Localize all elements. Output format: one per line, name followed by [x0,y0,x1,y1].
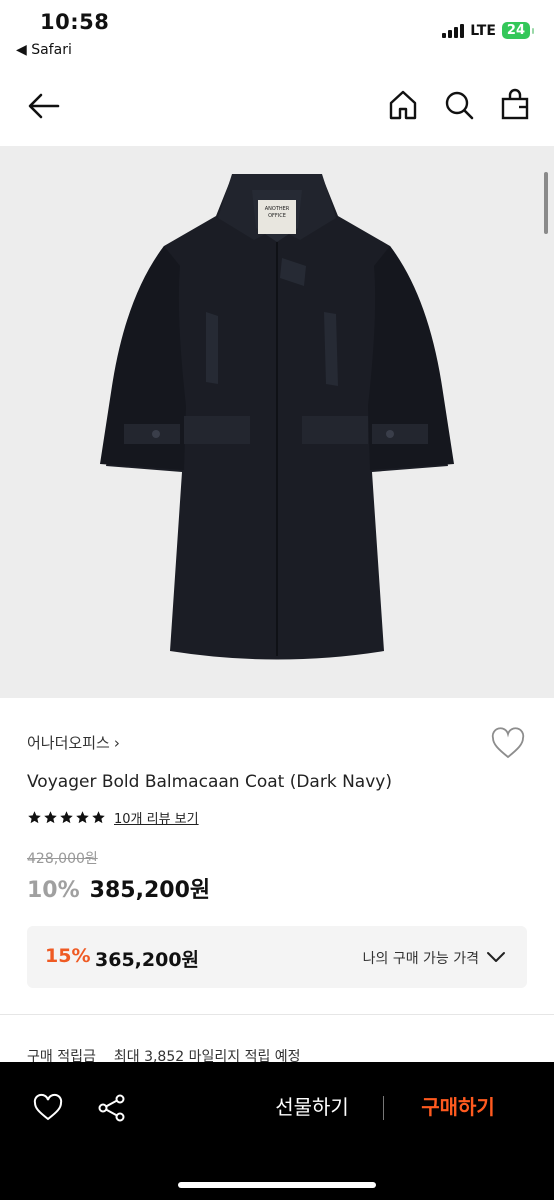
original-price: 428,000원 [27,851,98,867]
product-name: Voyager Bold Balmacaan Coat (Dark Navy) [27,772,392,792]
scroll-indicator[interactable] [544,172,548,234]
product-image[interactable]: ANOTHER OFFICE [0,146,554,698]
home-icon[interactable] [386,88,420,122]
gift-button[interactable]: 선물하기 [258,1092,366,1124]
star-icon [92,811,105,824]
star-rating [27,810,106,825]
member-price-box[interactable]: 15% 365,200원 나의 구매 가능 가격 [27,926,527,988]
arrow-left-icon[interactable] [26,88,62,124]
divider [0,1014,554,1015]
review-link[interactable]: 10개 리뷰 보기 [114,808,199,827]
buy-button[interactable]: 구매하기 [402,1092,514,1124]
shopping-bag-icon[interactable] [498,88,532,122]
status-indicators: LTE 24 [442,22,535,39]
star-icon [60,811,73,824]
share-icon[interactable] [96,1092,128,1124]
status-time: 10:58 [40,10,110,34]
separator [383,1096,384,1120]
coat-label-line2: OFFICE [268,213,286,219]
chevron-down-icon[interactable] [485,946,507,968]
member-price-label: 나의 구매 가능 가격 [362,951,479,967]
rating-row: 10개 리뷰 보기 [27,808,199,827]
star-icon [44,811,57,824]
coat-label-line1: ANOTHER [265,206,290,212]
member-discount: 15% [45,945,91,967]
star-icon [28,811,41,824]
signal-icon [442,23,465,38]
chevron-right-icon: › [113,733,120,752]
sale-price: 385,200원 [89,878,211,903]
discount-rate: 10% [27,878,80,903]
member-price: 365,200원 [95,949,200,971]
bottom-action-bar: 선물하기 구매하기 [0,1062,554,1200]
top-nav [0,68,554,144]
coat-illustration: ANOTHER OFFICE [100,174,454,660]
brand-name: 어나더오피스 [27,734,110,752]
search-icon[interactable] [442,88,476,122]
price-row: 10% 385,200원 [27,872,210,904]
brand-link[interactable]: 어나더오피스 › [27,732,120,753]
battery-icon: 24 [501,22,535,39]
safari-back-link[interactable]: ◀ Safari [16,42,72,58]
heart-icon[interactable] [32,1092,64,1124]
status-bar: 10:58 ◀ Safari LTE 24 [0,0,554,68]
heart-icon[interactable] [490,726,526,762]
star-icon [76,811,89,824]
network-label: LTE [470,22,496,39]
home-indicator [178,1182,376,1188]
